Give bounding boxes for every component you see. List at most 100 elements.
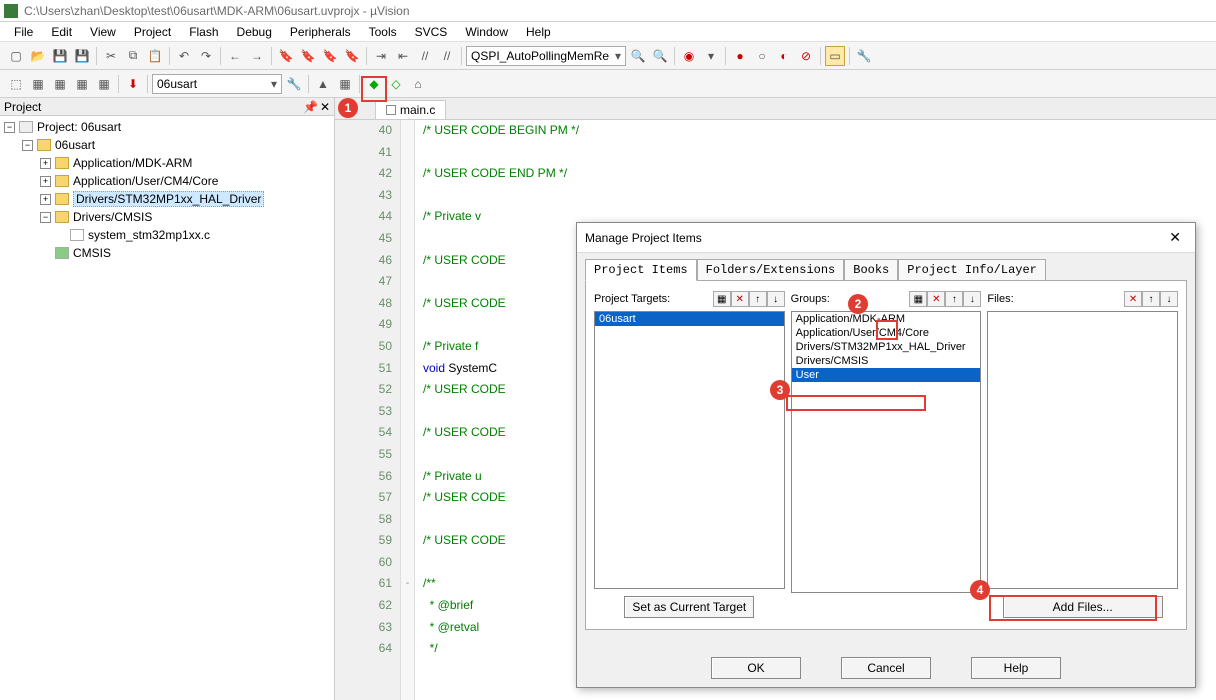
list-item[interactable]: Drivers/STM32MP1xx_HAL_Driver [792, 340, 981, 354]
tab-project-info[interactable]: Project Info/Layer [898, 259, 1046, 281]
targets-list[interactable]: 06usart [594, 311, 785, 589]
menu-debug[interactable]: Debug [229, 23, 280, 41]
bookmark-clear-icon[interactable]: 🔖 [342, 46, 362, 66]
list-item[interactable]: Application/User/CM4/Core [792, 326, 981, 340]
pin-icon[interactable]: 📌 [303, 100, 318, 114]
batch-build-icon[interactable]: ▦ [72, 74, 92, 94]
tree-group[interactable]: − Drivers/CMSIS [0, 208, 334, 226]
files-list[interactable] [987, 311, 1178, 589]
delete-target-icon[interactable]: ✕ [731, 291, 749, 307]
expand-icon[interactable]: + [40, 194, 51, 205]
breakpoint-insert-icon[interactable]: ● [730, 46, 750, 66]
outdent-icon[interactable]: ⇤ [393, 46, 413, 66]
project-tree[interactable]: − Project: 06usart − 06usart + Applicati… [0, 116, 334, 700]
menu-file[interactable]: File [6, 23, 41, 41]
new-file-icon[interactable]: ▢ [6, 46, 26, 66]
new-group-icon[interactable]: ▦ [909, 291, 927, 307]
download-icon[interactable]: ⬇ [123, 74, 143, 94]
expand-icon[interactable]: + [40, 176, 51, 187]
redo-icon[interactable]: ↷ [196, 46, 216, 66]
move-down-icon[interactable]: ↓ [963, 291, 981, 307]
debug-icon[interactable]: ◉ [679, 46, 699, 66]
target-options-icon[interactable]: 🔧 [284, 74, 304, 94]
tree-group[interactable]: + Drivers/STM32MP1xx_HAL_Driver [0, 190, 334, 208]
bookmark-next-icon[interactable]: 🔖 [320, 46, 340, 66]
close-panel-icon[interactable]: ✕ [320, 100, 330, 114]
menu-svcs[interactable]: SVCS [407, 23, 456, 41]
nav-back-icon[interactable]: ← [225, 46, 245, 66]
comment-icon[interactable]: // [415, 46, 435, 66]
paste-icon[interactable]: 📋 [145, 46, 165, 66]
menu-edit[interactable]: Edit [43, 23, 80, 41]
select-packs-icon[interactable]: ◇ [386, 74, 406, 94]
bookmark-prev-icon[interactable]: 🔖 [298, 46, 318, 66]
tree-group[interactable]: + Application/MDK-ARM [0, 154, 334, 172]
menu-help[interactable]: Help [518, 23, 559, 41]
delete-file-icon[interactable]: ✕ [1124, 291, 1142, 307]
undo-icon[interactable]: ↶ [174, 46, 194, 66]
manage-components-icon[interactable]: ▦ [335, 74, 355, 94]
pack-installer-icon[interactable]: ⌂ [408, 74, 428, 94]
collapse-icon[interactable]: − [4, 122, 15, 133]
delete-group-icon[interactable]: ✕ [927, 291, 945, 307]
menu-view[interactable]: View [82, 23, 124, 41]
ok-button[interactable]: OK [711, 657, 801, 679]
indent-icon[interactable]: ⇥ [371, 46, 391, 66]
bookmark-icon[interactable]: 🔖 [276, 46, 296, 66]
cut-icon[interactable]: ✂ [101, 46, 121, 66]
collapse-icon[interactable]: − [40, 212, 51, 223]
tab-books[interactable]: Books [844, 259, 898, 281]
window-layout-icon[interactable]: ▭ [825, 46, 845, 66]
expand-icon[interactable]: + [40, 158, 51, 169]
close-icon[interactable]: ✕ [1163, 227, 1187, 248]
list-item[interactable]: User [792, 368, 981, 382]
list-item[interactable]: 06usart [595, 312, 784, 326]
tree-group[interactable]: CMSIS [0, 244, 334, 262]
move-down-icon[interactable]: ↓ [1160, 291, 1178, 307]
move-up-icon[interactable]: ↑ [749, 291, 767, 307]
collapse-icon[interactable]: − [22, 140, 33, 151]
cancel-button[interactable]: Cancel [841, 657, 931, 679]
save-icon[interactable]: 💾 [50, 46, 70, 66]
groups-list[interactable]: Application/MDK-ARM Application/User/CM4… [791, 311, 982, 593]
menu-flash[interactable]: Flash [181, 23, 226, 41]
translate-icon[interactable]: ⬚ [6, 74, 26, 94]
find-combo[interactable]: QSPI_AutoPollingMemRe ▾ [466, 46, 626, 66]
breakpoint-enable-icon[interactable]: ○ [752, 46, 772, 66]
menu-project[interactable]: Project [126, 23, 179, 41]
tab-folders[interactable]: Folders/Extensions [697, 259, 845, 281]
tab-project-items[interactable]: Project Items [585, 259, 697, 281]
tree-root[interactable]: − Project: 06usart [0, 118, 334, 136]
menu-tools[interactable]: Tools [361, 23, 405, 41]
move-up-icon[interactable]: ↑ [1142, 291, 1160, 307]
manage-rte-icon[interactable]: ◆ [364, 74, 384, 94]
menu-window[interactable]: Window [457, 23, 516, 41]
breakpoint-kill-icon[interactable]: ⊘ [796, 46, 816, 66]
find-icon[interactable]: 🔍 [628, 46, 648, 66]
copy-icon[interactable]: ⧉ [123, 46, 143, 66]
help-button[interactable]: Help [971, 657, 1061, 679]
breakpoint-disable-icon[interactable]: ◐ [774, 46, 794, 66]
set-current-target-button[interactable]: Set as Current Target [624, 596, 754, 618]
list-item[interactable]: Application/MDK-ARM [792, 312, 981, 326]
tree-file[interactable]: system_stm32mp1xx.c [0, 226, 334, 244]
uncomment-icon[interactable]: // [437, 46, 457, 66]
configure-icon[interactable]: 🔧 [854, 46, 874, 66]
target-combo[interactable]: 06usart ▾ [152, 74, 282, 94]
move-up-icon[interactable]: ↑ [945, 291, 963, 307]
manage-items-icon[interactable]: ▲ [313, 74, 333, 94]
tree-target[interactable]: − 06usart [0, 136, 334, 154]
fold-gutter[interactable]: - [401, 120, 415, 700]
move-down-icon[interactable]: ↓ [767, 291, 785, 307]
chevron-down-icon[interactable]: ▾ [701, 46, 721, 66]
editor-tab[interactable]: main.c [375, 100, 446, 119]
open-file-icon[interactable]: 📂 [28, 46, 48, 66]
new-target-icon[interactable]: ▦ [713, 291, 731, 307]
menu-peripherals[interactable]: Peripherals [282, 23, 359, 41]
tree-group[interactable]: + Application/User/CM4/Core [0, 172, 334, 190]
find-in-files-icon[interactable]: 🔍 [650, 46, 670, 66]
save-all-icon[interactable]: 💾 [72, 46, 92, 66]
nav-forward-icon[interactable]: → [247, 46, 267, 66]
stop-build-icon[interactable]: ▦ [94, 74, 114, 94]
rebuild-icon[interactable]: ▦ [50, 74, 70, 94]
